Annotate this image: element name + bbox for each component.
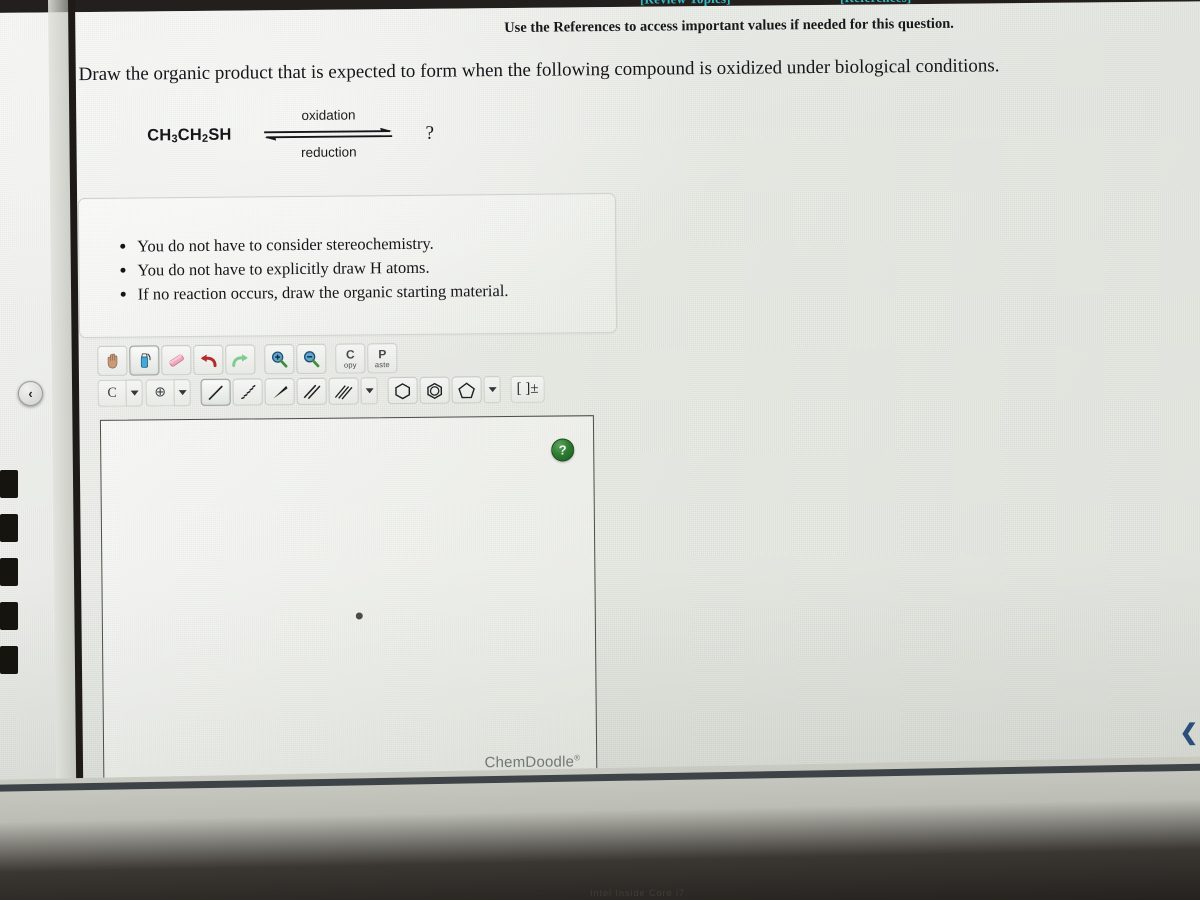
atom-label-dropdown[interactable] [125,379,143,407]
list-item: If no reaction occurs, draw the organic … [138,278,616,307]
bracket-charge-icon: [ ]± [516,380,539,397]
triple-bond-button[interactable] [328,377,359,405]
undo-icon [198,350,218,370]
instructions-box: You do not have to consider stereochemis… [77,192,618,339]
triple-bond-icon [334,381,354,401]
laptop-photo: [Review Topics] [References] Use the Ref… [0,0,1200,900]
device-brand-mark: Intel Inside Core i7 [590,888,686,898]
copy-button-label: opy [343,360,357,370]
keyboard-key [0,602,18,630]
double-bond-icon [302,381,322,401]
wedge-bond-button[interactable] [264,378,295,406]
cyclohexane-ring-button[interactable] [387,376,418,405]
keyboard-keys [0,470,22,720]
product-placeholder: ? [425,122,435,144]
reactant-c2: CH [177,125,203,144]
chevron-down-icon [130,390,139,396]
chevron-down-icon [365,388,374,394]
keyboard-key [0,646,18,674]
question-prompt: Draw the organic product that is expecte… [78,55,1000,86]
charge-tool-dropdown[interactable] [173,379,191,407]
copy-button-initial: C [345,347,355,362]
sketcher-toolbar-row-1: C opy P aste [97,341,599,376]
ring-tool-dropdown[interactable] [483,376,501,404]
lasso-select-icon [135,351,154,370]
single-bond-icon [206,382,226,402]
reference-note: Use the References to access important v… [504,15,954,37]
charge-tool[interactable]: ⊕ [145,379,191,407]
help-button[interactable]: ? [551,438,575,462]
copy-button[interactable]: C opy [335,343,366,374]
dashed-bond-button[interactable] [232,378,263,406]
pan-hand-button[interactable] [97,345,128,376]
reactant-tail: SH [208,125,232,144]
cyclohexane-ring-icon [393,380,413,400]
back-button[interactable]: ‹ [18,381,43,406]
canvas-atom-point[interactable] [355,612,363,620]
drawing-canvas[interactable]: ? ChemDoodle® [99,415,598,790]
reactant-formula: CH3CH2SH [147,125,232,145]
cyclopentane-ring-button[interactable] [451,376,482,404]
wedge-bond-icon [270,382,290,402]
chevron-down-icon [488,387,497,393]
double-bond-button[interactable] [296,377,327,406]
paste-button-initial: P [378,346,387,361]
dashed-bond-icon [238,382,258,402]
reaction-scheme: CH3CH2SH oxidation reduction ? [147,104,434,165]
benzene-ring-icon [425,380,445,400]
cyclopentane-ring-icon [457,380,477,400]
benzene-ring-button[interactable] [419,376,450,404]
atom-label-value[interactable]: C [97,379,126,407]
atom-label-tool[interactable]: C [97,379,143,407]
sketcher-toolbar-row-2: C ⊕ []± [97,375,600,407]
zoom-out-button[interactable] [296,343,327,375]
eraser-button[interactable] [161,345,192,376]
zoom-in-button[interactable] [264,344,295,375]
registered-mark-icon: ® [574,753,581,763]
bracket-charge-button[interactable]: [ ]± [510,375,545,403]
redo-button[interactable] [225,344,256,375]
paste-button[interactable]: P aste [367,343,398,374]
equilibrium-arrow-icon [261,127,397,141]
keyboard-key [0,514,18,542]
keyboard-key [0,558,18,586]
undo-button[interactable] [193,344,224,376]
bond-tool-dropdown[interactable] [360,377,378,405]
chemdoodle-sketcher[interactable]: C opy P aste C ⊕ []± ? ChemDoodle® [97,341,603,790]
zoom-in-icon [269,349,289,369]
redo-icon [230,349,250,369]
paste-button-label: aste [374,359,390,370]
screen-content: Use the References to access important v… [0,1,1200,813]
arrow-bottom-label: reduction [300,143,357,160]
lasso-select-button[interactable] [129,345,160,376]
equilibrium-arrow: oxidation reduction [257,104,400,163]
single-bond-button[interactable] [200,378,231,406]
pan-hand-icon [103,351,122,370]
reactant-c1: CH [147,125,172,144]
arrow-top-label: oxidation [301,107,356,123]
charge-tool-value[interactable]: ⊕ [145,379,174,407]
chevron-left-icon: ❮ [1179,719,1199,745]
keyboard-key [0,470,18,498]
chevron-down-icon [178,390,187,396]
zoom-out-icon [301,349,321,369]
prev-button[interactable]: ❮ Prev [1179,719,1200,745]
eraser-icon [166,350,186,370]
